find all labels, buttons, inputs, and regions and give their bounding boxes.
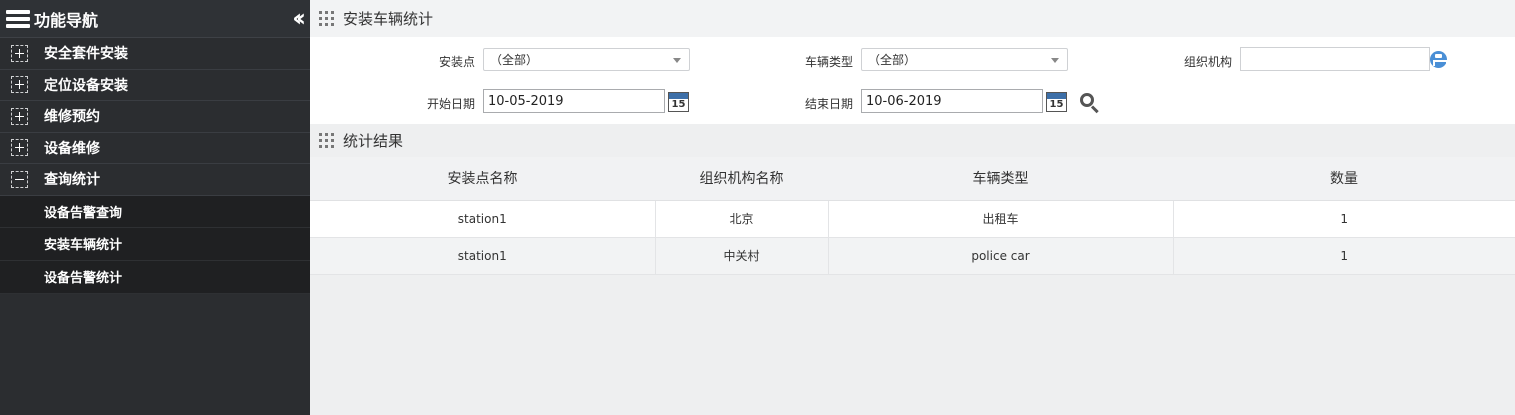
sidebar-subitem-vehicle-install-stats[interactable]: 安装车辆统计 (0, 227, 310, 261)
start-date-label: 开始日期 (427, 97, 476, 111)
table-cell: 出租车 (828, 200, 1174, 238)
expand-plus-icon (11, 139, 28, 157)
grid-dots-icon (319, 133, 334, 148)
sidebar-item-device-repair[interactable]: 设备维修 (0, 133, 310, 164)
column-header[interactable]: 安装点名称 (310, 157, 655, 201)
sidebar-item-query-stats[interactable]: 查询统计 (0, 164, 310, 196)
sidebar-subitem-label: 设备告警统计 (44, 271, 123, 286)
collapse-minus-icon (11, 170, 28, 188)
org-label: 组织机构 (1184, 55, 1233, 69)
sidebar-subitem-label: 安装车辆统计 (44, 238, 123, 253)
install-point-label: 安装点 (439, 55, 476, 69)
table-cell: station1 (310, 237, 656, 275)
vehicle-type-label: 车辆类型 (805, 55, 854, 69)
grid-dots-icon (319, 11, 334, 26)
expand-plus-icon (11, 76, 28, 94)
sidebar-subitem-label: 设备告警查询 (44, 205, 123, 221)
page-title: 安装车辆统计 (343, 10, 434, 28)
table-row[interactable]: station1 中关村 police car 1 (310, 237, 1515, 275)
table-cell: station1 (310, 200, 656, 238)
sidebar-item-label: 维修预约 (44, 109, 100, 126)
install-point-value: （全部） (490, 53, 539, 67)
sidebar-header: 功能导航 ‹‹ (0, 0, 310, 38)
table-cell: 北京 (655, 200, 829, 238)
start-date-input[interactable]: 10-05-2019 (483, 89, 665, 113)
start-date-value: 10-05-2019 (488, 93, 564, 109)
calendar-icon[interactable]: 15 (1046, 92, 1067, 112)
sidebar-item-repair-booking[interactable]: 维修预约 (0, 101, 310, 133)
end-date-value: 10-06-2019 (866, 93, 942, 109)
sidebar-item-label: 定位设备安装 (44, 77, 128, 94)
sidebar-subitem-device-alarm-stats[interactable]: 设备告警统计 (0, 260, 310, 294)
sidebar-item-locator-install[interactable]: 定位设备安装 (0, 70, 310, 101)
sidebar-item-label: 设备维修 (44, 140, 100, 157)
table-cell: 1 (1173, 200, 1515, 238)
end-date-input[interactable]: 10-06-2019 (861, 89, 1043, 113)
sidebar-subitem-device-alarm-query[interactable]: 设备告警查询 (0, 195, 310, 228)
vehicle-type-value: （全部） (868, 53, 917, 67)
result-table: 安装点名称 组织机构名称 车辆类型 数量 station1 北京 出租车 1 s… (310, 157, 1515, 275)
column-header[interactable]: 数量 (1173, 157, 1515, 201)
chevron-down-icon (673, 58, 681, 63)
calendar-icon[interactable]: 15 (668, 92, 689, 112)
sidebar-item-label: 安全套件安装 (44, 46, 128, 63)
table-cell: 1 (1173, 237, 1515, 275)
chevron-down-icon (1051, 58, 1059, 63)
sidebar-item-label: 查询统计 (44, 172, 100, 189)
column-header[interactable]: 车辆类型 (828, 157, 1173, 201)
table-cell: police car (828, 237, 1174, 275)
end-date-label: 结束日期 (805, 97, 854, 111)
search-icon[interactable] (1080, 93, 1100, 114)
table-cell: 中关村 (655, 237, 829, 275)
page-header: 安装车辆统计 (310, 0, 1515, 37)
vehicle-type-select[interactable]: （全部） (861, 48, 1068, 71)
org-tree-icon[interactable] (1430, 51, 1448, 68)
install-point-select[interactable]: （全部） (483, 48, 690, 71)
sidebar-item-safety-kit-install[interactable]: 安全套件安装 (0, 38, 310, 70)
expand-plus-icon (11, 44, 28, 62)
filter-form: 安装点 （全部） 车辆类型 （全部） 组织机构 开始日期 10-05-2019 … (310, 37, 1515, 124)
table-header-row: 安装点名称 组织机构名称 车辆类型 数量 (310, 157, 1515, 201)
result-header: 统计结果 (310, 124, 1515, 157)
table-row[interactable]: station1 北京 出租车 1 (310, 200, 1515, 238)
column-header[interactable]: 组织机构名称 (655, 157, 828, 201)
hamburger-icon[interactable] (6, 9, 30, 28)
sidebar: 功能导航 ‹‹ 安全套件安装 定位设备安装 维修预约 设备维修 查询统计 设备告… (0, 0, 310, 415)
main-panel: 安装车辆统计 安装点 （全部） 车辆类型 （全部） 组织机构 开始日期 10-0… (310, 0, 1515, 415)
org-input[interactable] (1240, 47, 1430, 71)
result-title: 统计结果 (343, 132, 404, 150)
sidebar-title: 功能导航 (34, 10, 99, 30)
expand-plus-icon (11, 107, 28, 125)
double-chevron-left-icon[interactable]: ‹‹ (292, 6, 306, 30)
